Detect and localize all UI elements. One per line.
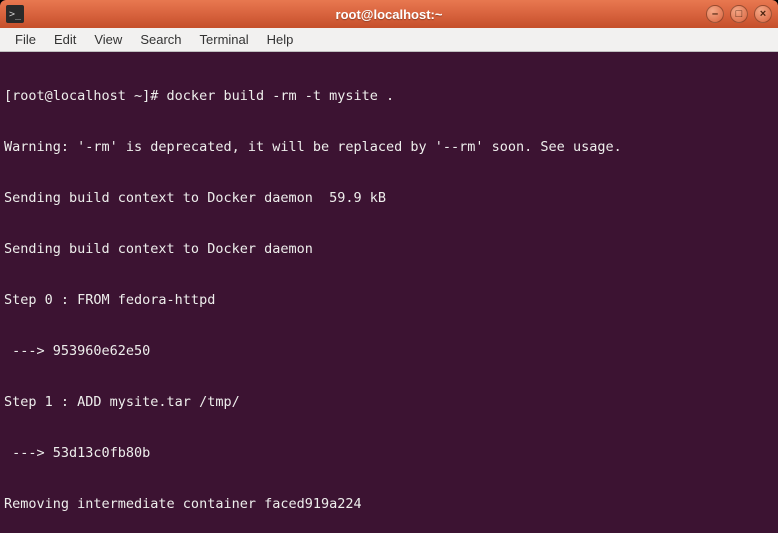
terminal-line: Sending build context to Docker daemon 5… bbox=[4, 190, 774, 207]
window-title: root@localhost:~ bbox=[336, 7, 443, 22]
terminal-window: >_ root@localhost:~ – □ × File Edit View… bbox=[0, 0, 778, 533]
terminal-icon: >_ bbox=[6, 5, 24, 23]
terminal-line: Step 1 : ADD mysite.tar /tmp/ bbox=[4, 394, 774, 411]
titlebar: >_ root@localhost:~ – □ × bbox=[0, 0, 778, 28]
terminal-line: [root@localhost ~]# docker build -rm -t … bbox=[4, 88, 774, 105]
terminal-line: Removing intermediate container faced919… bbox=[4, 496, 774, 513]
terminal-line: ---> 953960e62e50 bbox=[4, 343, 774, 360]
menu-edit[interactable]: Edit bbox=[45, 29, 85, 50]
menu-help[interactable]: Help bbox=[258, 29, 303, 50]
terminal-line: ---> 53d13c0fb80b bbox=[4, 445, 774, 462]
menubar: File Edit View Search Terminal Help bbox=[0, 28, 778, 52]
terminal-output[interactable]: [root@localhost ~]# docker build -rm -t … bbox=[0, 52, 778, 533]
menu-file[interactable]: File bbox=[6, 29, 45, 50]
terminal-line: Step 0 : FROM fedora-httpd bbox=[4, 292, 774, 309]
maximize-button[interactable]: □ bbox=[730, 5, 748, 23]
menu-terminal[interactable]: Terminal bbox=[191, 29, 258, 50]
menu-search[interactable]: Search bbox=[131, 29, 190, 50]
terminal-line: Sending build context to Docker daemon bbox=[4, 241, 774, 258]
menu-view[interactable]: View bbox=[85, 29, 131, 50]
window-controls: – □ × bbox=[706, 5, 772, 23]
terminal-line: Warning: '-rm' is deprecated, it will be… bbox=[4, 139, 774, 156]
minimize-button[interactable]: – bbox=[706, 5, 724, 23]
close-button[interactable]: × bbox=[754, 5, 772, 23]
